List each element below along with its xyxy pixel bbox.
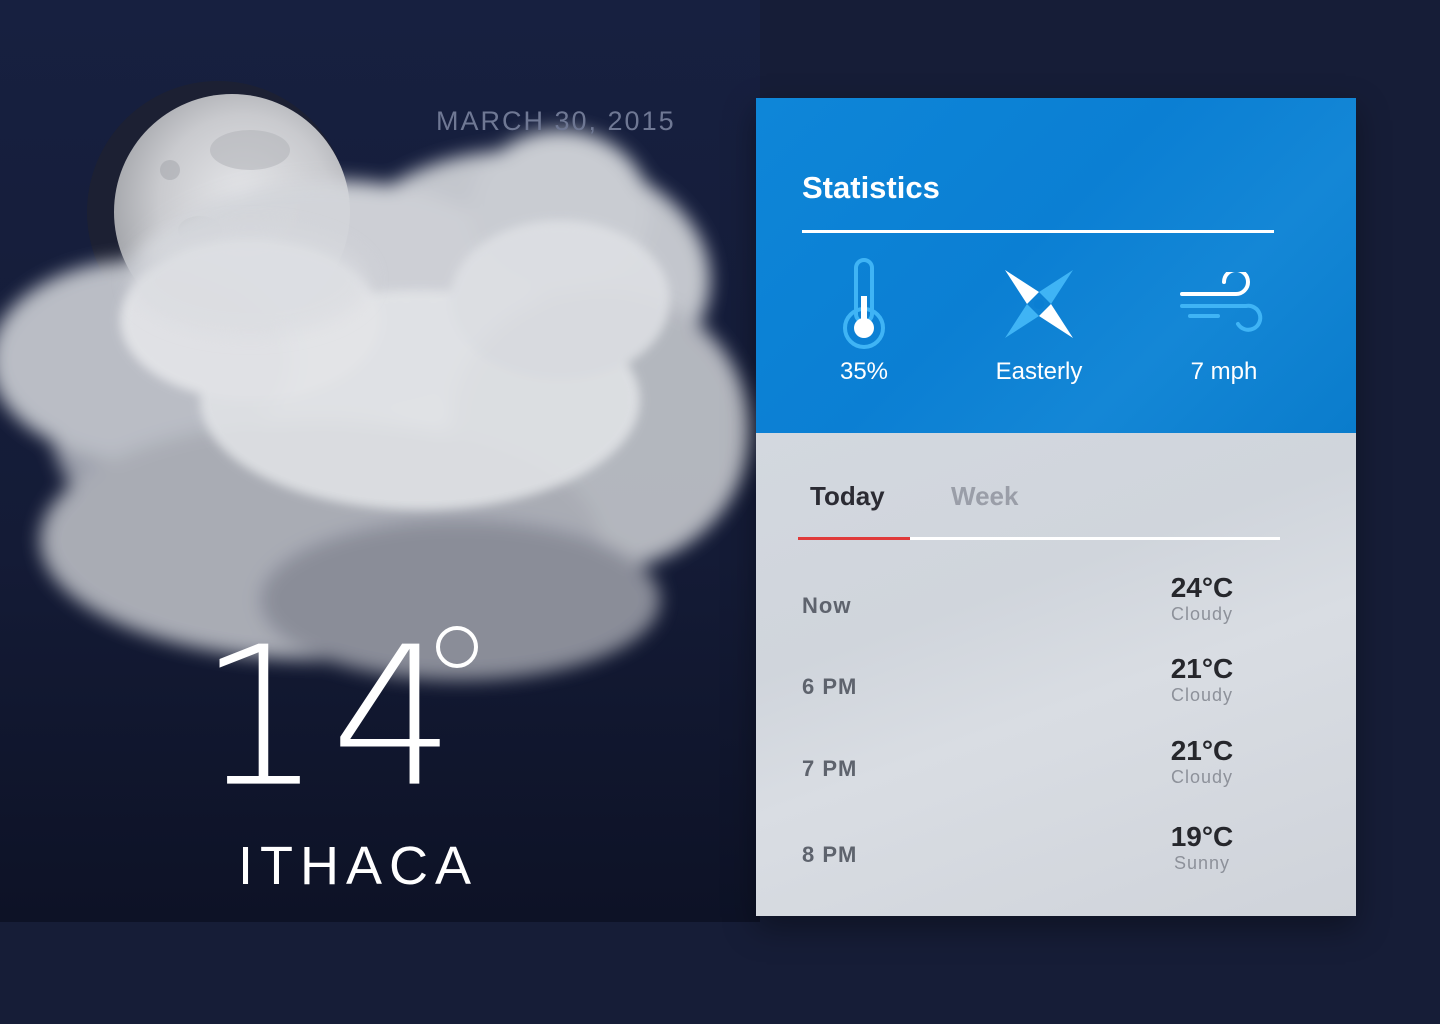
forecast-condition: Cloudy	[1170, 685, 1234, 705]
stat-wind-speed: 7 mph	[1134, 256, 1314, 386]
forecast-temp: 21°C	[1170, 653, 1234, 684]
compass-icon	[949, 256, 1129, 352]
tab-week[interactable]: Week	[951, 481, 1018, 512]
forecast-time: 6 PM	[802, 674, 858, 699]
forecast-condition: Sunny	[1173, 853, 1231, 873]
forecast-time: Now	[802, 593, 852, 618]
forecast-time: 7 PM	[802, 756, 858, 781]
forecast-condition: Cloudy	[1170, 767, 1234, 787]
forecast-temp: 19°C	[1170, 821, 1234, 852]
forecast-row: 6 PM 21°C Cloudy	[802, 654, 1262, 714]
statistics-title: Statistics	[802, 170, 940, 205]
city-name: ITHACA	[238, 836, 479, 896]
current-temperature: 14	[198, 606, 464, 830]
date-label: MARCH 30, 2015	[436, 106, 676, 136]
stat-humidity: 35%	[774, 256, 954, 386]
thermometer-icon	[774, 256, 954, 352]
active-tab-indicator	[798, 537, 910, 540]
forecast-row: Now 24°C Cloudy	[802, 573, 1262, 633]
forecast-panel: Today Week Now 24°C Cloudy 6 PM 21°C Clo…	[756, 433, 1356, 916]
stat-wind-speed-value: 7 mph	[1190, 358, 1258, 385]
weather-scene: MARCH 30, 2015 14 ITHACA	[0, 0, 760, 922]
weather-app: MARCH 30, 2015 14 ITHACA Statistics 35%	[0, 0, 1440, 1024]
forecast-time: 8 PM	[802, 842, 858, 867]
stat-humidity-value: 35%	[839, 358, 889, 385]
degree-symbol	[436, 626, 478, 668]
statistics-panel: Statistics 35% Easterly 7 mph	[756, 98, 1356, 433]
forecast-temp: 21°C	[1170, 735, 1234, 766]
wind-icon	[1134, 256, 1314, 352]
stat-wind-direction: Easterly	[949, 256, 1129, 386]
forecast-condition: Cloudy	[1170, 604, 1234, 624]
statistics-divider	[802, 230, 1274, 233]
forecast-temp: 24°C	[1170, 572, 1234, 603]
tab-today[interactable]: Today	[810, 481, 885, 512]
forecast-row: 7 PM 21°C Cloudy	[802, 736, 1262, 796]
weather-card: Statistics 35% Easterly 7 mph Today Week…	[756, 98, 1356, 916]
forecast-row: 8 PM 19°C Sunny	[802, 822, 1262, 882]
stat-wind-direction-value: Easterly	[995, 358, 1083, 385]
